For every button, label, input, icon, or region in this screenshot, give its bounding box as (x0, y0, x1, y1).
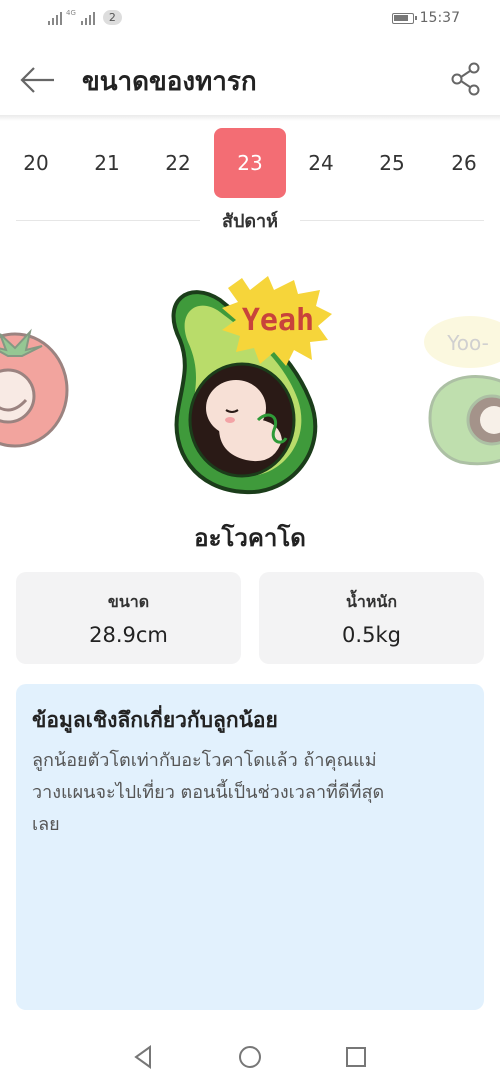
week-item-26[interactable]: 26 (428, 128, 500, 198)
square-recents-icon (346, 1047, 366, 1067)
insight-title: ข้อมูลเชิงลึกเกี่ยวกับลูกน้อย (32, 708, 278, 732)
network-type-label: 4G (66, 9, 76, 17)
nav-home-button[interactable] (237, 1044, 263, 1070)
next-bubble-text: Yoo- (446, 331, 489, 355)
back-button[interactable] (18, 62, 58, 98)
size-value: 28.9cm (89, 623, 168, 647)
fruit-name: อะโวคาโด (194, 524, 306, 552)
sim-badge: 2 (102, 10, 122, 25)
share-icon (451, 62, 480, 96)
week-label: สัปดาห์ (221, 211, 279, 232)
insight-line: เลย (32, 814, 60, 835)
week-item-24[interactable]: 24 (285, 128, 357, 198)
system-navbar (0, 1030, 500, 1083)
avocado-baby-image: Yeah (171, 276, 332, 495)
status-time: 15:37 (419, 10, 460, 26)
week-item-22[interactable]: 22 (142, 128, 214, 198)
arrow-left-icon (20, 67, 54, 93)
size-card: ขนาด 28.9cm (16, 572, 241, 664)
signal-icon (48, 11, 62, 25)
share-button[interactable] (450, 62, 482, 96)
weight-card: น้ำหนัก 0.5kg (259, 572, 484, 664)
insight-body: ลูกน้อยตัวโตเท่ากับอะโวคาโดแล้ว ถ้าคุณแม… (32, 745, 468, 841)
size-label: ขนาด (107, 592, 150, 611)
app-header: ขนาดของทารก (0, 44, 500, 114)
status-bar: 4G 2 15:37 (0, 0, 500, 40)
battery-icon (391, 12, 417, 24)
circle-home-icon (239, 1046, 261, 1068)
bubble-text: Yeah (242, 303, 314, 338)
weight-value: 0.5kg (342, 623, 401, 647)
week-selector: 20 21 22 23 24 25 26 (0, 128, 500, 198)
fruit-carousel[interactable]: Yeah Yoo- (0, 260, 500, 500)
next-fruit-image[interactable]: Yoo- (420, 288, 500, 468)
signal-icon-2 (80, 11, 95, 25)
previous-fruit-image[interactable] (0, 320, 70, 450)
status-right: 15:37 (391, 10, 460, 26)
status-left: 4G 2 (48, 10, 122, 25)
insight-line: ลูกน้อยตัวโตเท่ากับอะโวคาโดแล้ว ถ้าคุณแม… (32, 750, 377, 771)
weight-label: น้ำหนัก (345, 592, 398, 611)
week-item-20[interactable]: 20 (0, 128, 72, 198)
week-item-23-selected[interactable]: 23 (214, 128, 286, 198)
baby-insight-box: ข้อมูลเชิงลึกเกี่ยวกับลูกน้อย ลูกน้อยตัว… (16, 684, 484, 1010)
page-title: ขนาดของทารก (82, 67, 257, 97)
header-divider (0, 115, 500, 121)
nav-back-button[interactable] (130, 1044, 156, 1070)
triangle-back-icon (134, 1045, 151, 1069)
week-item-21[interactable]: 21 (71, 128, 143, 198)
nav-recents-button[interactable] (343, 1044, 369, 1070)
week-item-25[interactable]: 25 (356, 128, 428, 198)
insight-line: วางแผนจะไปเที่ยว ตอนนี้เป็นช่วงเวลาที่ดี… (32, 782, 385, 803)
